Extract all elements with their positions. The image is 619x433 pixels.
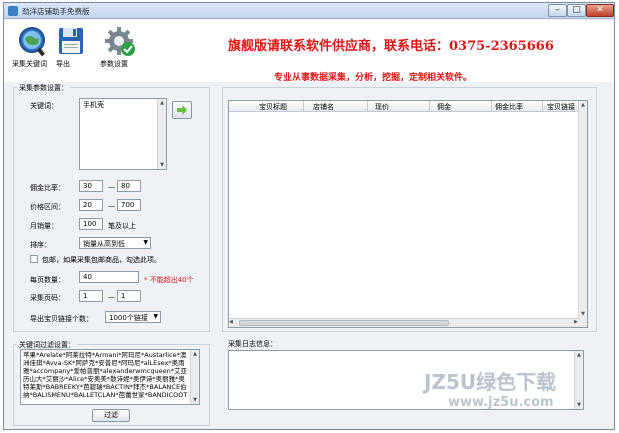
per-page-hint: * 不能超出40个 [144,276,194,284]
commission-min-input[interactable]: 30 [79,180,103,192]
collect-keyword-button[interactable]: 采集关键词 [12,25,52,68]
filter-scrollbar[interactable]: ▲ ▼ [190,350,199,404]
page-to-input[interactable]: 1 [117,290,141,302]
scroll-up-icon[interactable]: ▲ [191,350,199,358]
arrow-right-icon [177,105,187,115]
price-min-input[interactable]: 20 [79,199,103,211]
filter-textarea[interactable]: 苹果*Arelate*阿莱拉特*Armani*阿玛尼*Austarlice*澳洲… [20,349,200,405]
per-page-label: 每页数量： [30,276,65,284]
watermark-url: www.jz5u.com [448,395,554,410]
log-title: 采集日志信息： [228,340,277,348]
settings-label: 参数设置 [100,60,128,68]
title-bar: 劲洋店铺助手免费版 – □ ✕ [4,3,614,19]
keyword-scrollbar[interactable]: ▲ ▼ [157,99,166,169]
filter-button[interactable]: 过滤 [92,409,130,422]
minimize-button[interactable]: – [548,4,567,17]
column-link[interactable]: 宝贝链接 [547,102,575,112]
gear-icon [103,25,137,57]
scroll-left-icon[interactable]: ◀ [229,319,233,325]
column-commission-rate[interactable]: 佣金比率 [495,102,523,112]
column-divider [542,101,543,112]
app-icon [8,6,18,16]
export-label: 导出 [56,60,70,68]
log-scrollbar[interactable]: ▲ ▼ [574,351,583,409]
column-commission[interactable]: 佣金 [437,102,451,112]
collect-keyword-label: 采集关键词 [12,60,47,68]
per-page-input[interactable]: 40 [79,271,139,283]
filter-text: 苹果*Arelate*阿莱拉特*Armani*阿玛尼*Austarlice*澳洲… [23,351,188,399]
settings-button[interactable]: 参数设置 [100,25,140,68]
monthly-sales-label: 月销量： [30,222,58,230]
scrollbar-thumb[interactable] [239,320,449,326]
service-banner: 专业从事数据采集，分析，挖掘，定制相关软件。 [274,73,473,83]
postage-checkbox[interactable] [30,255,38,263]
chevron-down-icon: ▼ [153,313,158,320]
commission-label: 佣金比率： [30,184,65,192]
scroll-down-icon[interactable]: ▼ [579,310,587,318]
scroll-up-icon[interactable]: ▲ [158,99,166,107]
column-title[interactable]: 宝贝标题 [259,102,287,112]
price-max-input[interactable]: 700 [117,199,141,211]
commission-max-input[interactable]: 80 [117,180,141,192]
range-dash: — [108,183,115,191]
import-keyword-button[interactable] [172,101,192,119]
watermark-logo: JZ5U绿色下载 [424,370,557,394]
sort-label: 排序： [30,241,51,249]
sort-select[interactable]: 销量从高到低 ▼ [79,237,151,249]
column-divider [367,101,368,112]
page-range-label: 采集页码： [30,294,65,302]
contact-banner: 旗舰版请联系软件供应商，联系电话：0375-2365666 [228,39,554,54]
scroll-right-icon[interactable]: ▶ [574,319,578,325]
column-shop[interactable]: 店铺名 [313,102,334,112]
scroll-up-icon[interactable]: ▲ [579,101,587,109]
maximize-button[interactable]: □ [567,4,586,17]
export-count-value: 1000个链接 [109,314,148,322]
keyword-textarea[interactable]: 手机壳 ▲ ▼ [79,98,167,170]
export-count-select[interactable]: 1000个链接 ▼ [105,311,161,323]
keyword-value: 手机壳 [83,101,104,109]
window-title: 劲洋店铺助手免费版 [22,7,90,16]
scroll-down-icon[interactable]: ▼ [191,396,199,404]
monthly-sales-input[interactable]: 100 [79,218,103,230]
export-count-label: 导出宝贝链接个数： [30,315,93,323]
range-dash: — [108,202,115,210]
price-label: 价格区间： [30,203,65,211]
scroll-down-icon[interactable]: ▼ [158,161,166,169]
sort-value: 销量从高到低 [83,240,125,248]
range-dash: — [108,293,115,301]
keyword-label: 关键词： [30,102,58,110]
page-from-input[interactable]: 1 [79,290,103,302]
results-table[interactable]: 宝贝标题 店铺名 现价 佣金 佣金比率 宝贝链接 ▲ ▼ ◀ ▶ [228,100,588,328]
table-header: 宝贝标题 店铺名 现价 佣金 佣金比率 宝贝链接 [229,101,580,112]
column-divider [491,101,492,112]
column-divider [429,101,430,112]
export-button[interactable]: 导出 [56,25,86,68]
app-window: 劲洋店铺助手免费版 – □ ✕ 采集关键词 导出 参数设置 旗舰版请联系软件供应… [3,2,615,430]
settings-group-title: 采集参数设置： [17,83,70,93]
scroll-up-icon[interactable]: ▲ [575,351,583,359]
close-button[interactable]: ✕ [586,4,614,17]
table-vscrollbar[interactable]: ▲ ▼ [578,101,587,327]
search-globe-icon [17,25,47,57]
postage-label: 包邮，如果采集包邮商品，勾选此项。 [42,256,161,264]
chevron-down-icon: ▼ [143,239,148,246]
table-hscrollbar[interactable]: ◀ ▶ [229,318,580,327]
column-divider [303,101,304,112]
scroll-down-icon[interactable]: ▼ [575,401,583,409]
column-price[interactable]: 现价 [375,102,389,112]
floppy-disk-icon [57,25,85,57]
monthly-sales-suffix: 笔及以上 [108,222,136,230]
